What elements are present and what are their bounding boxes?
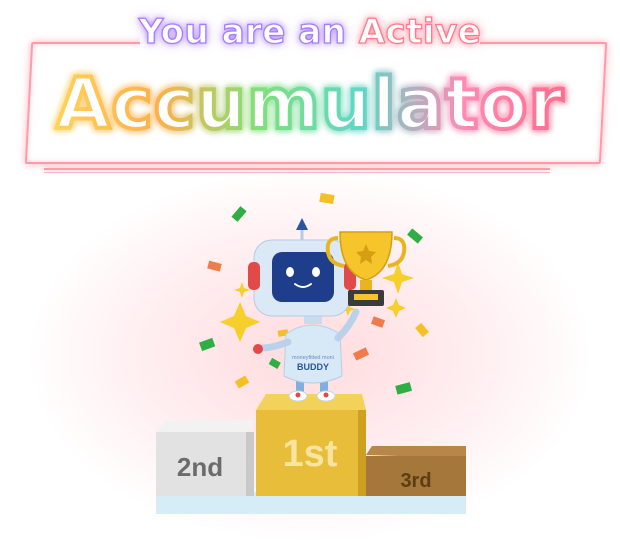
podium-first-label: 1st bbox=[283, 433, 338, 475]
mascot-shirt-line1: moneyfitted moni bbox=[292, 355, 334, 361]
mascot-shirt-line2: BUDDY bbox=[297, 362, 329, 372]
subtitle-emphasis: Active bbox=[358, 11, 482, 52]
robot-mascot: moneyfitted moni BUDDY bbox=[248, 218, 360, 402]
result-subtitle: You are an Active bbox=[0, 11, 620, 52]
podium-second-label: 2nd bbox=[177, 452, 223, 482]
subtitle-prefix: You are an bbox=[138, 11, 359, 52]
title-text: Accumulator bbox=[56, 63, 564, 145]
title-glow-svg: Accumulator bbox=[54, 61, 565, 147]
podium-third-label: 3rd bbox=[400, 470, 431, 492]
